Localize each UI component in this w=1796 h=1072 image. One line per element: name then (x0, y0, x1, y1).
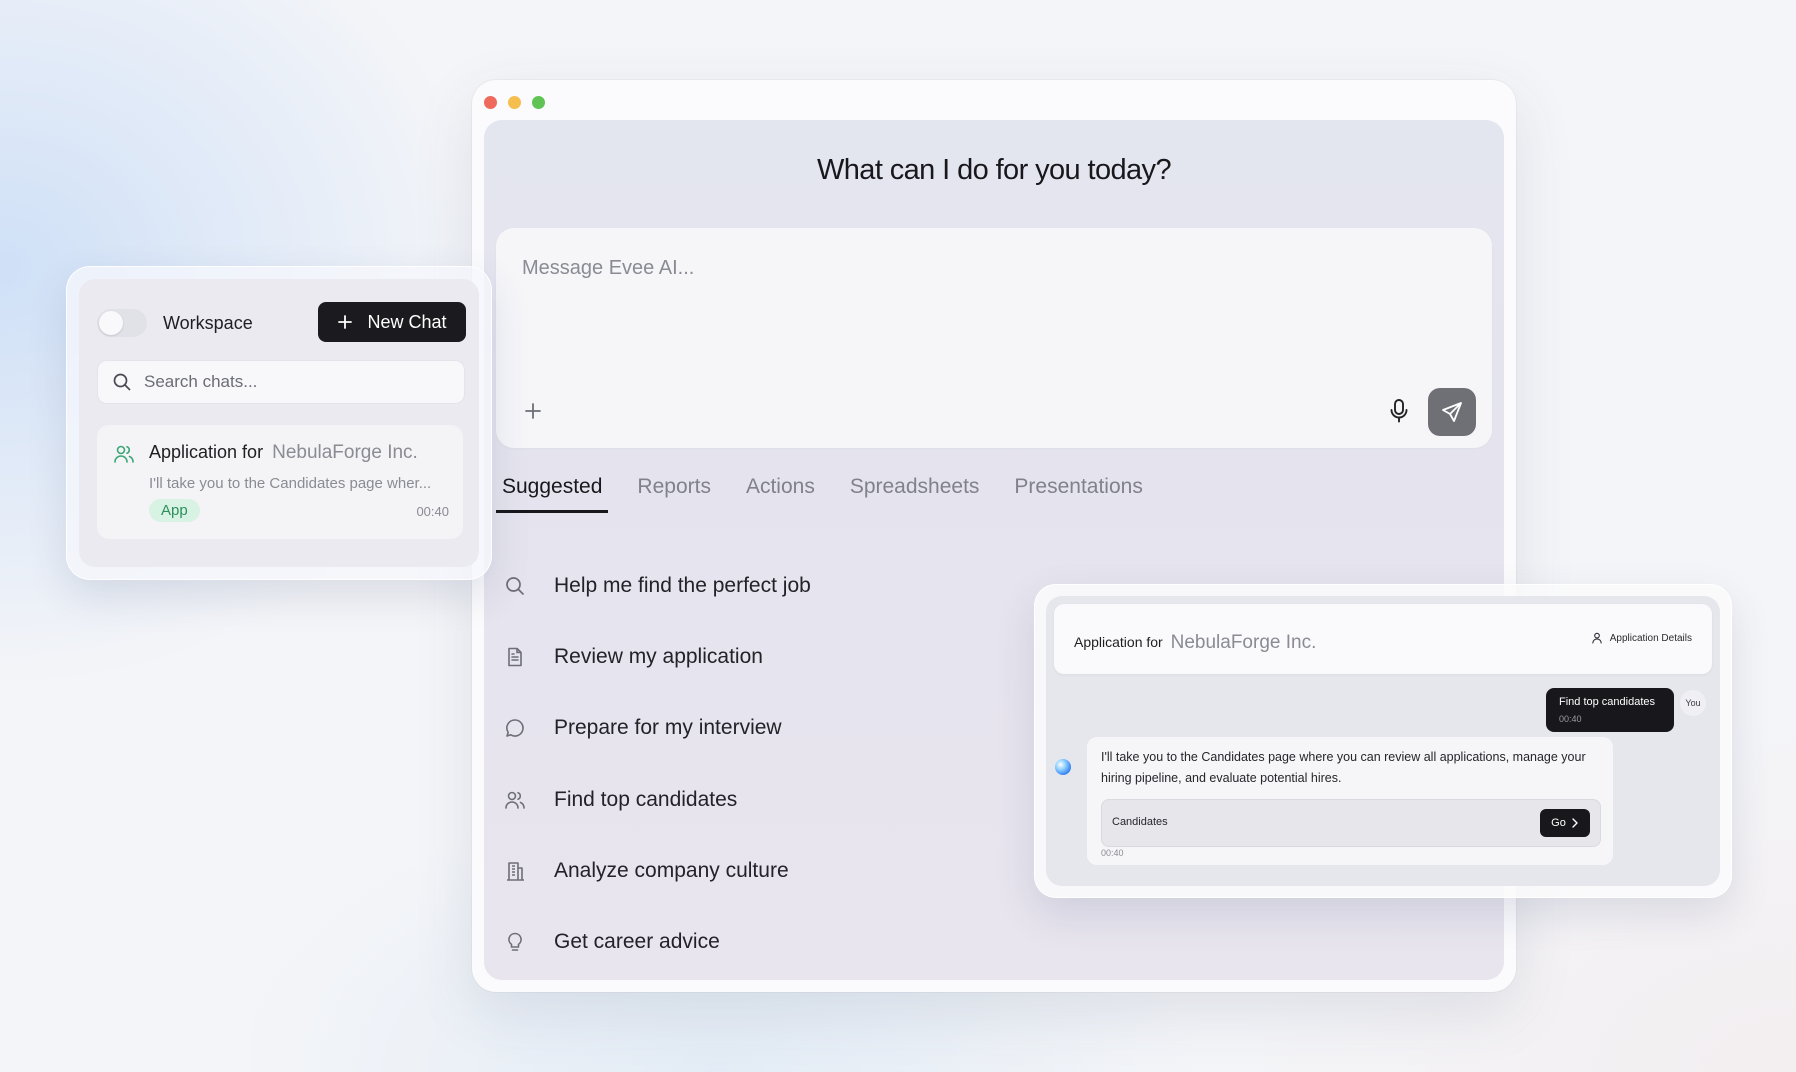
message-input[interactable] (520, 256, 1324, 281)
suggestion-review-application[interactable]: Review my application (504, 621, 811, 692)
application-details-button[interactable]: Application Details (1591, 628, 1692, 648)
ai-avatar-icon (1055, 759, 1071, 775)
chevron-right-icon (1572, 818, 1578, 828)
conversation-title-prefix: Application for (1074, 634, 1163, 650)
search-box (97, 360, 465, 404)
chat-time: 00:40 (416, 504, 449, 519)
send-icon (1442, 402, 1462, 422)
new-chat-label: New Chat (367, 311, 447, 332)
chat-title-prefix: Application for (149, 442, 264, 462)
search-icon (113, 373, 131, 391)
application-details-label: Application Details (1609, 632, 1692, 644)
suggestion-find-candidates[interactable]: Find top candidates (504, 764, 811, 835)
suggestion-label: Review my application (554, 644, 763, 668)
tab-presentations[interactable]: Presentations (1008, 475, 1148, 513)
go-button[interactable]: Go (1540, 809, 1590, 837)
people-icon (504, 786, 536, 814)
user-message-time: 00:40 (1559, 714, 1582, 724)
person-icon (1591, 632, 1602, 644)
tab-bar: Suggested Reports Actions Spreadsheets P… (496, 475, 1172, 513)
window-controls (484, 96, 545, 109)
suggestion-label: Get career advice (554, 930, 720, 954)
ai-message-time: 00:40 (1101, 848, 1124, 858)
send-button[interactable] (1428, 388, 1476, 436)
user-message-text: Find top candidates (1559, 696, 1656, 708)
suggestion-company-culture[interactable]: Analyze company culture (504, 835, 811, 906)
conversation-header: Application for NebulaForge Inc. Applica… (1054, 604, 1712, 674)
building-icon (504, 857, 536, 885)
new-chat-button[interactable]: New Chat (318, 302, 466, 342)
microphone-icon[interactable] (1387, 398, 1411, 424)
page-title: What can I do for you today? (817, 154, 1172, 186)
suggestion-label: Analyze company culture (554, 858, 789, 882)
chat-list-card: Workspace New Chat Application for Nebul… (66, 266, 492, 580)
chat-badge: App (149, 499, 200, 522)
candidates-link-card: Candidates Go (1101, 799, 1601, 847)
tab-suggested[interactable]: Suggested (496, 475, 609, 513)
candidates-link-label: Candidates (1112, 816, 1168, 828)
suggestion-label: Help me find the perfect job (554, 573, 811, 597)
conversation-company: NebulaForge Inc. (1170, 632, 1317, 653)
lightbulb-icon (504, 928, 536, 956)
tab-actions[interactable]: Actions (740, 475, 821, 513)
workspace-label: Workspace (163, 313, 253, 333)
avatar: You (1680, 690, 1706, 716)
document-icon (504, 643, 536, 671)
toggle-knob (99, 311, 123, 335)
chat-preview-card: Application for NebulaForge Inc. Applica… (1034, 584, 1732, 898)
chat-title: Application for NebulaForge Inc. (149, 442, 418, 464)
chat-list-item[interactable]: Application for NebulaForge Inc. I'll ta… (97, 425, 463, 539)
message-composer (496, 228, 1492, 448)
chat-bubble-icon (504, 714, 536, 742)
suggestion-prepare-interview[interactable]: Prepare for my interview (504, 693, 811, 764)
suggestion-label: Prepare for my interview (554, 716, 782, 740)
ai-message-text: I'll take you to the Candidates page whe… (1101, 750, 1586, 785)
search-input[interactable] (142, 371, 446, 393)
tab-reports[interactable]: Reports (631, 475, 717, 513)
search-icon (504, 572, 536, 600)
go-label: Go (1551, 817, 1566, 829)
plus-icon[interactable] (522, 400, 544, 422)
minimize-window-button[interactable] (508, 96, 521, 109)
people-icon (113, 443, 135, 470)
chat-preview: I'll take you to the Candidates page whe… (149, 475, 432, 492)
close-window-button[interactable] (484, 96, 497, 109)
conversation-title: Application for NebulaForge Inc. (1074, 632, 1316, 654)
suggestion-career-advice[interactable]: Get career advice (504, 906, 811, 977)
workspace-toggle[interactable] (97, 309, 147, 337)
suggestion-find-job[interactable]: Help me find the perfect job (504, 550, 811, 621)
suggestion-list: Help me find the perfect job Review my a… (504, 550, 811, 978)
maximize-window-button[interactable] (532, 96, 545, 109)
plus-icon (338, 315, 353, 329)
ai-message-bubble: I'll take you to the Candidates page whe… (1087, 737, 1613, 865)
chat-preview-panel: Application for NebulaForge Inc. Applica… (1046, 596, 1720, 886)
user-message-bubble: Find top candidates 00:40 (1546, 688, 1674, 732)
chat-list-panel: Workspace New Chat Application for Nebul… (79, 279, 479, 567)
suggestion-label: Find top candidates (554, 787, 738, 811)
tab-spreadsheets[interactable]: Spreadsheets (844, 475, 986, 513)
chat-company: NebulaForge Inc. (272, 442, 418, 463)
